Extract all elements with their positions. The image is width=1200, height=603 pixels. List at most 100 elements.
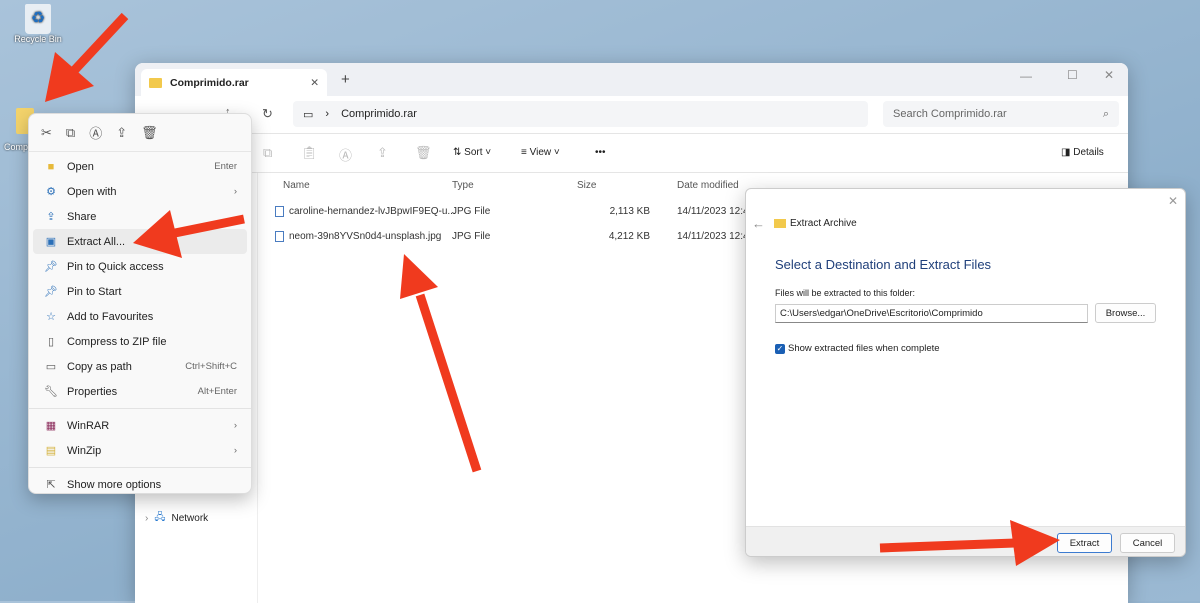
file-name: caroline-hernandez-lvJBpwIF9EQ-u...	[289, 206, 456, 217]
title-bar: Comprimido.rar ✕ + — ☐ ✕	[135, 63, 1128, 96]
rename-icon[interactable]: Ⓐ	[89, 123, 102, 142]
chevron-right-icon: ›	[233, 420, 237, 431]
tab-title: Comprimido.rar	[170, 76, 249, 89]
chevron-right-icon: ›	[233, 445, 237, 456]
file-date: 14/11/2023 12:4	[677, 206, 749, 217]
column-header-name[interactable]: Name	[283, 174, 310, 196]
close-tab-icon[interactable]: ✕	[310, 77, 319, 89]
close-dialog-button[interactable]: ✕	[1168, 194, 1178, 208]
rename-icon[interactable]: Ⓐ	[339, 145, 352, 164]
file-row[interactable]: neom-39n8YVSn0d4-unsplash.jpg JPG File 4…	[275, 224, 775, 249]
maximize-button[interactable]: ☐	[1067, 68, 1078, 82]
search-input[interactable]: Search Comprimido.rar ⌕	[883, 101, 1119, 127]
copy-path-icon: ▭	[45, 361, 57, 373]
zip-icon: ▯	[47, 336, 55, 348]
menu-item-show-more-options[interactable]: ⇱ Show more options	[33, 472, 247, 497]
view-label: View	[529, 147, 552, 158]
show-files-checkbox-row[interactable]: ✓ Show extracted files when complete	[775, 343, 940, 354]
pin-icon: 📌︎	[44, 261, 58, 273]
share-icon[interactable]: ⇪	[377, 145, 388, 161]
winrar-icon: ▦	[45, 420, 57, 432]
file-type: JPG File	[452, 206, 491, 217]
menu-label: Extract All...	[67, 235, 126, 248]
command-bar: ⧉ 📋︎ Ⓐ ⇪ 🗑︎ ⇅ Sort ˅ ≡ View ˅ ••• ◨ Deta…	[135, 135, 1128, 173]
menu-item-open[interactable]: ■ Open Enter	[33, 154, 247, 179]
sidebar-item-network[interactable]: › 🖧 Network	[145, 510, 208, 527]
destination-path: C:\Users\edgar\OneDrive\Escritorio\Compr…	[780, 308, 983, 319]
network-icon: 🖧	[154, 512, 166, 523]
file-list: caroline-hernandez-lvJBpwIF9EQ-u... JPG …	[275, 199, 775, 249]
menu-shortcut: Enter	[214, 161, 237, 172]
menu-item-share[interactable]: ⇪ Share	[33, 204, 247, 229]
wrench-icon: 🔧︎	[44, 386, 58, 398]
address-row: ← → ↑ ↻ ▭ › Comprimido.rar Search Compri…	[135, 96, 1128, 134]
menu-item-compress-zip[interactable]: ▯ Compress to ZIP file	[33, 329, 247, 354]
breadcrumb[interactable]: Comprimido.rar	[341, 108, 417, 120]
browse-button[interactable]: Browse...	[1095, 303, 1156, 323]
tab-comprimido[interactable]: Comprimido.rar ✕	[141, 69, 327, 96]
refresh-icon[interactable]: ↻	[262, 106, 273, 122]
menu-label: Compress to ZIP file	[67, 335, 167, 348]
checkbox-label: Show extracted files when complete	[788, 343, 940, 354]
details-button[interactable]: ◨ Details	[1061, 147, 1104, 158]
menu-item-add-favourites[interactable]: ☆ Add to Favourites	[33, 304, 247, 329]
file-size: 4,212 KB	[608, 231, 650, 242]
paste-icon[interactable]: 📋︎	[301, 145, 318, 161]
sort-button[interactable]: ⇅ Sort ˅	[453, 147, 491, 158]
new-tab-button[interactable]: +	[341, 71, 350, 88]
dialog-title: Extract Archive	[790, 218, 857, 229]
menu-label: Open with	[67, 185, 117, 198]
checkbox-checked[interactable]: ✓	[775, 343, 785, 354]
file-size: 2,113 KB	[609, 206, 650, 217]
destination-path-input[interactable]: C:\Users\edgar\OneDrive\Escritorio\Compr…	[775, 304, 1088, 323]
menu-label: Share	[67, 210, 97, 223]
cut-icon[interactable]: ✂	[41, 125, 52, 141]
menu-item-winrar[interactable]: ▦ WinRAR ›	[33, 413, 247, 438]
menu-label: Properties	[67, 385, 118, 398]
recycle-bin-desktop-icon[interactable]: ♻ Recycle Bin	[12, 4, 64, 44]
extract-button[interactable]: Extract	[1057, 533, 1112, 553]
context-menu-quick-actions: ✂ ⧉ Ⓐ ⇪ 🗑︎	[29, 114, 251, 152]
share-icon: ⇪	[46, 211, 56, 223]
column-header-date[interactable]: Date modified	[677, 174, 739, 196]
dialog-footer: Extract Cancel	[746, 526, 1185, 556]
address-bar[interactable]: ▭ › Comprimido.rar	[293, 101, 868, 127]
menu-item-properties[interactable]: 🔧︎ Properties Alt+Enter	[33, 379, 247, 404]
menu-item-copy-path[interactable]: ▭ Copy as path Ctrl+Shift+C	[33, 354, 247, 379]
delete-icon[interactable]: 🗑︎	[141, 125, 158, 141]
sort-icon: ⇅	[453, 147, 465, 158]
computer-icon: ▭	[303, 108, 314, 121]
file-row[interactable]: caroline-hernandez-lvJBpwIF9EQ-u... JPG …	[275, 199, 775, 224]
chevron-right-icon: ›	[233, 186, 237, 197]
cancel-button[interactable]: Cancel	[1120, 533, 1175, 553]
share-icon[interactable]: ⇪	[116, 125, 127, 141]
copy-icon[interactable]: ⧉	[263, 145, 272, 161]
network-label: Network	[171, 513, 209, 524]
file-type: JPG File	[452, 231, 491, 242]
menu-item-extract-all[interactable]: ▣ Extract All...	[33, 229, 247, 254]
search-icon: ⌕	[1102, 107, 1109, 120]
column-header-type[interactable]: Type	[452, 174, 474, 196]
column-header-size[interactable]: Size	[577, 174, 596, 196]
menu-item-open-with[interactable]: ⚙ Open with ›	[33, 179, 247, 204]
menu-item-winzip[interactable]: ▤ WinZip ›	[33, 438, 247, 463]
folder-icon	[149, 77, 162, 88]
details-label: Details	[1073, 147, 1104, 158]
chevron-right-icon: ›	[325, 108, 330, 120]
delete-icon[interactable]: 🗑︎	[415, 145, 432, 161]
menu-label: WinRAR	[67, 419, 110, 432]
details-pane-icon: ◨	[1061, 147, 1074, 158]
close-window-button[interactable]: ✕	[1104, 68, 1114, 82]
menu-item-pin-quick-access[interactable]: 📌︎ Pin to Quick access	[33, 254, 247, 279]
archive-folder-icon	[774, 219, 786, 228]
minimize-button[interactable]: —	[1020, 69, 1032, 83]
extract-icon: ▣	[45, 236, 57, 248]
chevron-right-icon: ›	[145, 513, 149, 524]
view-button[interactable]: ≡ View ˅	[521, 147, 560, 158]
back-arrow-icon[interactable]: ←	[752, 216, 765, 231]
jpg-file-icon	[275, 231, 284, 242]
copy-icon[interactable]: ⧉	[66, 125, 75, 141]
menu-label: Pin to Start	[67, 285, 122, 298]
more-options-button[interactable]: •••	[595, 147, 606, 158]
menu-item-pin-start[interactable]: 📌︎ Pin to Start	[33, 279, 247, 304]
